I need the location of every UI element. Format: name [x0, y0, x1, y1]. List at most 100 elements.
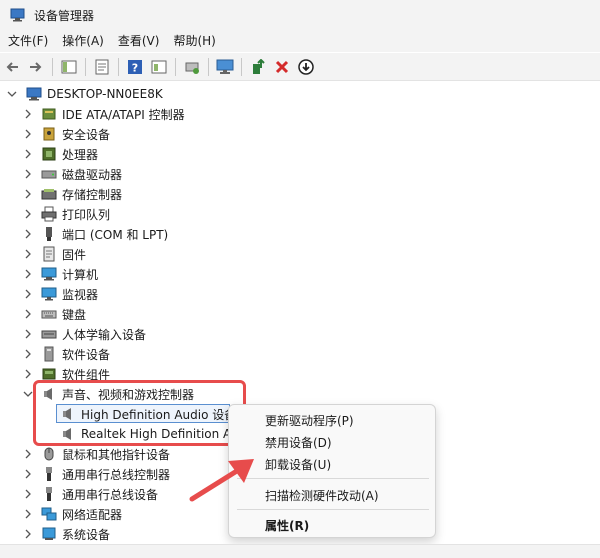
uninstall-icon[interactable]: [272, 57, 292, 77]
tree-node-storage[interactable]: 存储控制器: [0, 184, 600, 204]
chevron-right-icon[interactable]: [23, 269, 33, 279]
chevron-right-icon[interactable]: [23, 329, 33, 339]
tree-node-label: 通用串行总线设备: [62, 487, 159, 502]
context-item-disable[interactable]: 禁用设备(D): [265, 434, 332, 451]
properties-icon[interactable]: [92, 57, 112, 77]
chevron-right-icon[interactable]: [23, 129, 33, 139]
tree-node-ports[interactable]: 端口 (COM 和 LPT): [0, 224, 600, 244]
context-item-properties[interactable]: 属性(R): [265, 517, 309, 534]
toolbar-separator: [118, 57, 119, 76]
firmware-icon: [41, 246, 57, 262]
tree-node-disk[interactable]: 磁盘驱动器: [0, 164, 600, 184]
menu-help[interactable]: 帮助(H): [166, 30, 222, 52]
tree-root[interactable]: DESKTOP-NN0EE8K: [0, 84, 600, 104]
menu-file[interactable]: 文件(F): [0, 30, 55, 52]
security-device-icon: [41, 126, 57, 142]
chevron-right-icon[interactable]: [23, 349, 33, 359]
tree-node-label: 计算机: [62, 267, 99, 282]
show-hide-tree-icon[interactable]: [59, 57, 79, 77]
tree-node-software-device[interactable]: 软件设备: [0, 344, 600, 364]
chevron-right-icon[interactable]: [23, 369, 33, 379]
tree-node-label: 通用串行总线控制器: [62, 467, 171, 482]
chevron-down-icon[interactable]: [7, 89, 17, 99]
chevron-right-icon[interactable]: [23, 289, 33, 299]
ide-controller-icon: [41, 106, 57, 122]
toolbar-separator: [208, 57, 209, 76]
printer-icon: [41, 206, 57, 222]
tree-node-label: 软件设备: [62, 347, 111, 362]
port-icon: [41, 226, 57, 242]
tree-node-label: 处理器: [62, 147, 99, 162]
chevron-right-icon[interactable]: [23, 529, 33, 539]
title-bar: 设备管理器: [0, 0, 600, 30]
chevron-right-icon[interactable]: [23, 229, 33, 239]
chevron-right-icon[interactable]: [23, 249, 33, 259]
chevron-right-icon[interactable]: [23, 469, 33, 479]
tree-node-label: 监视器: [62, 287, 99, 302]
tree-node-computer[interactable]: 计算机: [0, 264, 600, 284]
usb-icon: [41, 486, 57, 502]
disable-icon[interactable]: [296, 57, 316, 77]
monitor-icon[interactable]: [215, 57, 235, 77]
context-item-scan[interactable]: 扫描检测硬件改动(A): [265, 487, 379, 504]
help-icon[interactable]: ?: [125, 57, 145, 77]
chevron-right-icon[interactable]: [23, 489, 33, 499]
tree-node-keyboard[interactable]: 键盘: [0, 304, 600, 324]
processor-icon: [41, 146, 57, 162]
annotation-highlight-frame: [33, 380, 246, 446]
context-separator: [237, 509, 429, 510]
context-separator: [237, 478, 429, 479]
tree-node-processor[interactable]: 处理器: [0, 144, 600, 164]
scan-icon[interactable]: [182, 57, 202, 77]
tree-node-label: 存储控制器: [62, 187, 123, 202]
menu-action[interactable]: 操作(A): [55, 30, 111, 52]
menu-bar: 文件(F) 操作(A) 查看(V) 帮助(H): [0, 30, 600, 52]
chevron-right-icon[interactable]: [23, 509, 33, 519]
tree-node-label: 鼠标和其他指针设备: [62, 447, 171, 462]
tree-node-label: 网络适配器: [62, 507, 123, 522]
tree-node-security[interactable]: 安全设备: [0, 124, 600, 144]
tree-node-monitor[interactable]: 监视器: [0, 284, 600, 304]
mouse-icon: [41, 446, 57, 462]
computer-icon: [26, 86, 42, 102]
network-adapter-icon: [41, 506, 57, 522]
update-driver-icon[interactable]: [248, 57, 268, 77]
chevron-right-icon[interactable]: [23, 189, 33, 199]
chevron-right-icon[interactable]: [23, 209, 33, 219]
tree-node-label: IDE ATA/ATAPI 控制器: [62, 107, 185, 122]
tree-node-label: 打印队列: [62, 207, 111, 222]
annotation-arrow-icon: [189, 459, 254, 502]
computer-icon: [41, 266, 57, 282]
storage-controller-icon: [41, 186, 57, 202]
toolbar: ?: [0, 53, 600, 81]
tree-node-print-queue[interactable]: 打印队列: [0, 204, 600, 224]
toolbar-separator: [52, 57, 53, 76]
tree-node-label: 系统设备: [62, 527, 111, 542]
chevron-right-icon[interactable]: [23, 109, 33, 119]
chevron-down-icon[interactable]: [23, 389, 33, 399]
system-device-icon: [41, 526, 57, 542]
chevron-right-icon[interactable]: [23, 449, 33, 459]
chevron-right-icon[interactable]: [23, 309, 33, 319]
back-icon[interactable]: [2, 57, 22, 77]
keyboard-icon: [41, 306, 57, 322]
tree-node-hid[interactable]: 人体学输入设备: [0, 324, 600, 344]
tree-node-label: 安全设备: [62, 127, 111, 142]
window-title: 设备管理器: [34, 8, 95, 23]
toolbar-separator: [85, 57, 86, 76]
tree-node-firmware[interactable]: 固件: [0, 244, 600, 264]
chevron-right-icon[interactable]: [23, 169, 33, 179]
disk-drive-icon: [41, 166, 57, 182]
view-icon[interactable]: [149, 57, 169, 77]
toolbar-separator: [175, 57, 176, 76]
context-item-update-driver[interactable]: 更新驱动程序(P): [265, 412, 354, 429]
tree-node-ide[interactable]: IDE ATA/ATAPI 控制器: [0, 104, 600, 124]
monitor-icon: [41, 286, 57, 302]
hid-icon: [41, 326, 57, 342]
forward-icon[interactable]: [26, 57, 46, 77]
context-item-uninstall[interactable]: 卸载设备(U): [265, 456, 331, 473]
menu-view[interactable]: 查看(V): [111, 30, 167, 52]
tree-node-label: 人体学输入设备: [62, 327, 147, 342]
device-manager-icon: [10, 8, 26, 22]
chevron-right-icon[interactable]: [23, 149, 33, 159]
